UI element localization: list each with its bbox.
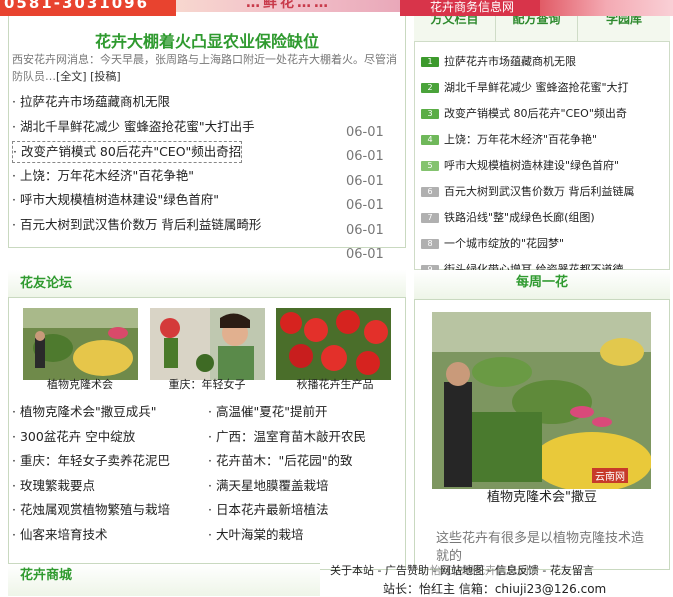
tab-label: 配方查询	[512, 16, 561, 26]
news-date: 06-01	[346, 222, 384, 238]
rank-badge: 8	[421, 239, 439, 249]
ranking-title[interactable]: 百元大树到武汉售价数万 背后利益链属	[444, 182, 635, 202]
news-item[interactable]: · 湖北千旱鲜花减少 蜜蜂盗抢花蜜"大打出手 06-01	[12, 117, 392, 142]
tab-label: 学园库	[605, 16, 642, 26]
forum-item[interactable]: · 大叶海棠的栽培	[208, 525, 366, 550]
rank-badge: 1	[421, 57, 439, 67]
news-item[interactable]: · 拉萨花卉市场蕴藏商机无限	[12, 92, 392, 117]
rank-badge: 2	[421, 83, 439, 93]
ranking-item[interactable]: 8 一个城市绽放的"花园梦"	[420, 234, 668, 260]
ranking-title[interactable]: 湖北千旱鲜花减少 蜜蜂盗抢花蜜"大打	[444, 78, 629, 98]
news-date: 06-01	[346, 198, 384, 213]
news-title[interactable]: · 改变产销模式 80后花卉"CEO"频出奇招	[12, 141, 243, 163]
news-title[interactable]: · 呼市大规模植树造林建设"绿色首府"	[12, 190, 219, 210]
news-title[interactable]: · 湖北千旱鲜花减少 蜜蜂盗抢花蜜"大打出手	[12, 117, 255, 137]
forum-item[interactable]: · 满天星地膜覆盖栽培	[208, 476, 366, 501]
forum-thumbnail-flowers[interactable]	[276, 308, 391, 380]
forum-item[interactable]: · 日本花卉最新培植法	[208, 500, 366, 525]
news-item[interactable]: · 百元大树到武汉售价数万 背后利益链属畸形 06-01	[12, 215, 392, 240]
news-item[interactable]: · 改变产销模式 80后花卉"CEO"频出奇招 06-01	[12, 141, 392, 166]
site-banner-label: 花卉商务信息网	[430, 0, 515, 14]
news-item[interactable]: · 呼市大规模植树造林建设"绿色首府" 06-01	[12, 190, 392, 215]
full-text-link[interactable]: [全文]	[56, 70, 87, 83]
news-title[interactable]: · 百元大树到武汉售价数万 背后利益链属畸形	[12, 215, 261, 235]
tab-garden[interactable]: 学园库	[578, 16, 670, 42]
ranking-item[interactable]: 3 改变产销模式 80后花卉"CEO"频出奇	[420, 104, 668, 130]
forum-item[interactable]: · 花烛属观赏植物繁殖与栽培	[12, 500, 170, 525]
forum-item[interactable]: · 花卉苗木："后花园"的致	[208, 451, 366, 476]
news-list: · 拉萨花卉市场蕴藏商机无限 · 湖北千旱鲜花减少 蜜蜂盗抢花蜜"大打出手 06-…	[12, 92, 392, 264]
ranking-list: 1 拉萨花卉市场蕴藏商机无限 2 湖北千旱鲜花减少 蜜蜂盗抢花蜜"大打 3 改变产销模…	[420, 52, 668, 272]
news-item[interactable]: · 上饶：万年花木经济"百花争艳" 06-01	[12, 166, 392, 191]
news-date: 06-01	[346, 124, 384, 140]
tab-column[interactable]: 方文栏目	[414, 16, 496, 42]
weekly-flower-description: 这些花卉有很多是以植物克隆技术造就的	[436, 531, 645, 564]
headline-summary: 西安花卉网消息：今天早晨，张周路与上海路口附近一处花卉大棚着火。尽管消防队员…[…	[12, 51, 404, 85]
top-banner-phone: 0581-3031096	[0, 0, 176, 16]
greenhouse-photo	[23, 308, 138, 380]
ranking-title[interactable]: 上饶：万年花木经济"百花争艳"	[444, 130, 597, 150]
rank-badge: 3	[421, 109, 439, 119]
ranking-item[interactable]: 5 呼市大规模植树造林建设"绿色首府"	[420, 156, 668, 182]
news-item: 06-01	[12, 239, 392, 264]
forum-thumbnail-woman[interactable]	[150, 308, 265, 380]
ranking-title[interactable]: 一个城市绽放的"花园梦"	[444, 234, 564, 254]
ranking-item[interactable]: 4 上饶：万年花木经济"百花争艳"	[420, 130, 668, 156]
tab-label: 方文栏目	[430, 16, 479, 26]
forum-thumbnail-clone[interactable]	[23, 308, 138, 380]
photo-watermark: 云南网	[592, 468, 628, 483]
forum-list-left: · 植物克隆术会"撒豆成兵" · 300盆花卉 空中绽放 · 重庆：年轻女子卖养…	[12, 402, 170, 549]
headline-title[interactable]: 花卉大棚着火凸显农业保险缺位	[8, 28, 406, 52]
top-banner-ad[interactable]: …鲜花……	[176, 0, 400, 12]
rank-badge: 5	[421, 161, 439, 171]
ranking-title[interactable]: 呼市大规模植树造林建设"绿色首府"	[444, 156, 619, 176]
thumbnail-caption[interactable]: 植物克隆术会	[15, 376, 145, 392]
forum-item[interactable]: · 仙客来培育技术	[12, 525, 170, 550]
ranking-item[interactable]: 1 拉萨花卉市场蕴藏商机无限	[420, 52, 668, 78]
forum-title[interactable]: 花友论坛	[20, 272, 72, 291]
news-date: 06-01	[346, 149, 384, 164]
forum-item[interactable]: · 玫瑰繁栽要点	[12, 476, 170, 501]
greenhouse-photo	[432, 312, 651, 489]
weekly-flower-photo[interactable]: 云南网	[432, 312, 651, 489]
news-title[interactable]: · 上饶：万年花木经济"百花争艳"	[12, 166, 194, 186]
rank-badge: 6	[421, 187, 439, 197]
forum-item[interactable]: · 广西：温室育苗木敲开农民	[208, 427, 366, 452]
ranking-item[interactable]: 7 铁路沿线"整"成绿色长廊(组图)	[420, 208, 668, 234]
rank-badge: 7	[421, 213, 439, 223]
footer-contact[interactable]: 站长：怡红主 信箱：chiuji23@126.com	[383, 580, 606, 597]
ranking-item[interactable]: 2 湖北千旱鲜花减少 蜜蜂盗抢花蜜"大打	[420, 78, 668, 104]
weekly-flower-title[interactable]: 每周一花	[414, 271, 670, 290]
rank-badge: 4	[421, 135, 439, 145]
news-date: 06-01	[346, 173, 384, 189]
weekly-flower-caption[interactable]: 植物克隆术会"撒豆	[414, 486, 670, 505]
thumbnail-caption[interactable]: 重庆：年轻女子	[142, 376, 272, 392]
site-banner[interactable]: 花卉商务信息网	[400, 0, 540, 16]
ranking-title[interactable]: 改变产销模式 80后花卉"CEO"频出奇	[444, 104, 627, 124]
forum-item[interactable]: · 高温催"夏花"提前开	[208, 402, 366, 427]
thumbnail-caption[interactable]: 秋播花卉生产品	[270, 376, 400, 392]
banner-text: …鲜花……	[246, 0, 331, 11]
forum-item[interactable]: · 植物克隆术会"撒豆成兵"	[12, 402, 170, 427]
ranking-tabs: 方文栏目 配方查询 学园库	[414, 16, 670, 42]
ranking-title[interactable]: 拉萨花卉市场蕴藏商机无限	[444, 52, 576, 72]
submit-link[interactable]: [投稿]	[90, 70, 121, 83]
ranking-title[interactable]: 铁路沿线"整"成绿色长廊(组图)	[444, 208, 595, 228]
red-flowers-photo	[276, 308, 391, 380]
news-date: 06-01	[346, 247, 384, 262]
top-banner-decoration	[540, 0, 673, 16]
footer-site-name: 怡红快绿花卉信息网	[430, 564, 529, 577]
forum-item[interactable]: · 300盆花卉 空中绽放	[12, 427, 170, 452]
news-title[interactable]: · 拉萨花卉市场蕴藏商机无限	[12, 92, 170, 112]
forum-list-right: · 高温催"夏花"提前开 · 广西：温室育苗木敲开农民 · 花卉苗木："后花园"…	[208, 402, 366, 549]
forum-item[interactable]: · 重庆：年轻女子卖养花泥巴	[12, 451, 170, 476]
shop-title[interactable]: 花卉商城	[20, 564, 72, 583]
tab-recipe[interactable]: 配方查询	[496, 16, 578, 42]
woman-flower-photo	[150, 308, 265, 380]
ranking-item[interactable]: 6 百元大树到武汉售价数万 背后利益链属	[420, 182, 668, 208]
phone-number: 0581-3031096	[4, 0, 150, 12]
